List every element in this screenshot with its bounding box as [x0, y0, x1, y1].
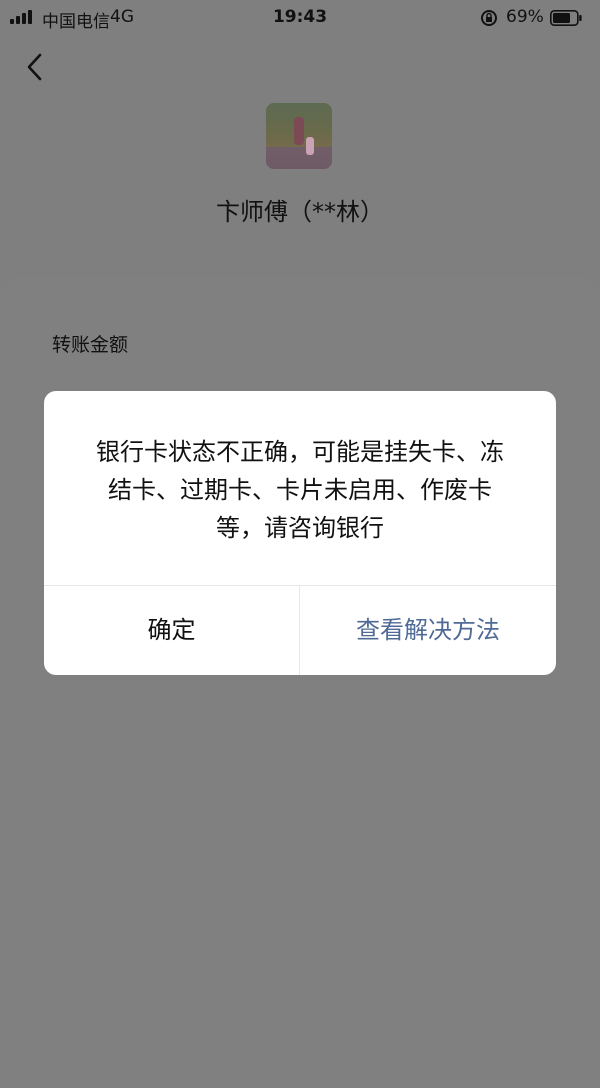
payee-avatar [266, 103, 332, 169]
error-dialog: 银行卡状态不正确，可能是挂失卡、冻结卡、过期卡、卡片未启用、作废卡等，请咨询银行… [44, 391, 556, 675]
battery-percent: 69% [506, 7, 544, 27]
view-solution-button[interactable]: 查看解决方法 [300, 586, 556, 675]
back-button[interactable] [20, 50, 52, 84]
battery-icon [550, 10, 582, 26]
payee-name: 卞师傅（**林） [216, 198, 384, 226]
dialog-message: 银行卡状态不正确，可能是挂失卡、冻结卡、过期卡、卡片未启用、作废卡等，请咨询银行 [96, 438, 504, 542]
rotation-lock-icon [481, 10, 497, 26]
confirm-button[interactable]: 确定 [44, 586, 299, 675]
status-bar: 中国电信 4G 19:43 69% [0, 0, 600, 36]
amount-label: 转账金额 [52, 334, 129, 356]
